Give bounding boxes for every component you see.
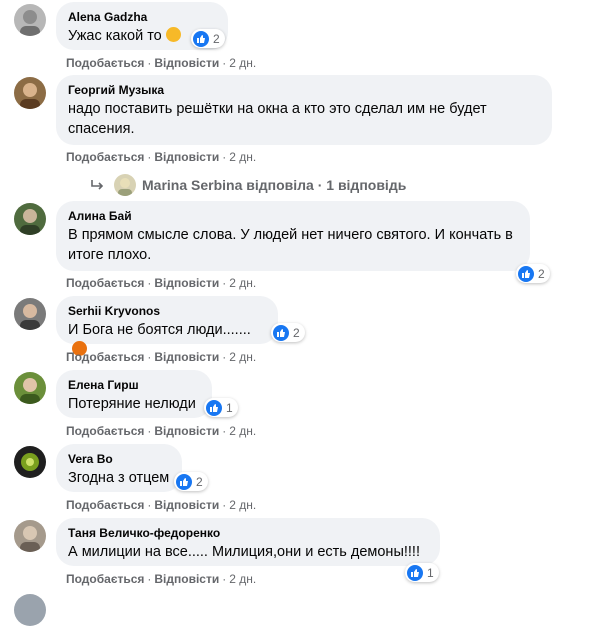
separator: · — [147, 350, 152, 364]
timestamp[interactable]: 2 дн. — [229, 150, 256, 164]
avatar[interactable] — [14, 298, 46, 330]
like-button[interactable]: Подобається — [66, 350, 144, 364]
comment-actions: Подобається · Відповісти · 2 дн. — [66, 424, 256, 438]
comment-text: Потеряние нелюди — [68, 396, 196, 412]
reaction-count-value: 1 — [427, 565, 434, 580]
reaction-count-value: 2 — [196, 474, 203, 489]
reply-button[interactable]: Відповісти — [154, 276, 219, 290]
avatar[interactable] — [14, 203, 46, 235]
reply-author-avatar — [114, 174, 136, 196]
like-button[interactable]: Подобається — [66, 56, 144, 70]
reaction-count-value: 2 — [538, 266, 545, 281]
comment-author[interactable]: Таня Величко-федоренко — [68, 526, 428, 541]
reaction-count[interactable]: 2 — [516, 264, 550, 283]
comment-bubble: Таня Величко-федоренко А милиции на все.… — [56, 518, 440, 566]
comment-actions: Подобається · Відповісти · 2 дн. — [66, 498, 256, 512]
timestamp[interactable]: 2 дн. — [229, 572, 256, 586]
like-button[interactable]: Подобається — [66, 572, 144, 586]
comment-actions: Подобається · Відповісти · 2 дн. — [66, 572, 256, 586]
reaction-count[interactable]: 2 — [271, 323, 305, 342]
separator: · — [147, 276, 152, 290]
comment-actions: Подобається · Відповісти · 2 дн. — [66, 56, 256, 70]
avatar[interactable] — [14, 4, 46, 36]
comment-bubble: Елена Гирш Потеряние нелюди — [56, 370, 212, 418]
comment-text-content: И Бога не боятся люди....... — [68, 322, 251, 338]
like-icon — [193, 30, 209, 47]
avatar[interactable] — [14, 520, 46, 552]
separator: · — [147, 150, 152, 164]
reaction-count[interactable]: 2 — [191, 29, 225, 48]
avatar[interactable] — [14, 372, 46, 404]
comment-author[interactable]: Елена Гирш — [68, 378, 200, 393]
like-icon — [176, 473, 192, 490]
timestamp[interactable]: 2 дн. — [229, 350, 256, 364]
reaction-count[interactable]: 1 — [405, 563, 439, 582]
like-button[interactable]: Подобається — [66, 424, 144, 438]
avatar[interactable] — [14, 446, 46, 478]
reply-button[interactable]: Відповісти — [154, 350, 219, 364]
like-icon — [407, 564, 423, 581]
like-button[interactable]: Подобається — [66, 276, 144, 290]
comment-bubble: Алина Бай В прямом смысле слова. У людей… — [56, 201, 530, 271]
separator: · — [222, 498, 227, 512]
reply-button[interactable]: Відповісти — [154, 572, 219, 586]
reply-button[interactable]: Відповісти — [154, 56, 219, 70]
timestamp[interactable]: 2 дн. — [229, 498, 256, 512]
comment-text: А милиции на все..... Милиция,они и есть… — [68, 544, 420, 560]
separator: · — [222, 424, 227, 438]
like-icon — [273, 324, 289, 341]
separator: · — [147, 424, 152, 438]
comment-actions: Подобається · Відповісти · 2 дн. — [66, 276, 256, 290]
separator: · — [222, 350, 227, 364]
timestamp[interactable]: 2 дн. — [229, 424, 256, 438]
timestamp[interactable]: 2 дн. — [229, 276, 256, 290]
view-replies-text: Marina Serbina відповіла · 1 відповідь — [142, 177, 407, 193]
comment-author[interactable]: Serhii Kryvonos — [68, 304, 266, 319]
like-button[interactable]: Подобається — [66, 498, 144, 512]
separator: · — [147, 56, 152, 70]
comment-bubble: Георгий Музыка надо поставить решётки на… — [56, 75, 552, 145]
comment-author[interactable]: Алина Бай — [68, 209, 518, 224]
reaction-count[interactable]: 2 — [174, 472, 208, 491]
reply-arrow-icon — [91, 180, 104, 190]
like-icon — [518, 265, 534, 282]
like-button[interactable]: Подобається — [66, 150, 144, 164]
comment-text: В прямом смысле слова. У людей нет ничег… — [68, 227, 513, 263]
separator: · — [222, 150, 227, 164]
separator: · — [147, 498, 152, 512]
avatar[interactable] — [14, 77, 46, 109]
comment-actions: Подобається · Відповісти · 2 дн. — [66, 350, 256, 364]
comment-text: Згодна з отцем — [68, 470, 170, 486]
separator: · — [147, 572, 152, 586]
reaction-count-value: 2 — [293, 325, 300, 340]
separator: · — [222, 276, 227, 290]
avatar[interactable] — [14, 594, 46, 626]
timestamp[interactable]: 2 дн. — [229, 56, 256, 70]
reaction-count-value: 1 — [226, 400, 233, 415]
comment-bubble: Serhii Kryvonos И Бога не боятся люди...… — [56, 296, 278, 356]
comment-text: надо поставить решётки на окна а кто это… — [68, 101, 487, 137]
reaction-count-value: 2 — [213, 31, 220, 46]
comment-text-content: Ужас какой то — [68, 28, 162, 44]
comment-author[interactable]: Vera Bo — [68, 452, 170, 467]
like-icon — [206, 399, 222, 416]
reply-button[interactable]: Відповісти — [154, 424, 219, 438]
sad-emoji-icon — [165, 27, 181, 42]
view-replies-link[interactable]: Marina Serbina відповіла · 1 відповідь — [90, 174, 406, 196]
comment-actions: Подобається · Відповісти · 2 дн. — [66, 150, 256, 164]
comment-author[interactable]: Георгий Музыка — [68, 83, 540, 98]
comment-author[interactable]: Alena Gadzha — [68, 10, 216, 25]
separator: · — [222, 56, 227, 70]
separator: · — [222, 572, 227, 586]
comment-bubble: Vera Bo Згодна з отцем — [56, 444, 182, 492]
reply-button[interactable]: Відповісти — [154, 150, 219, 164]
reaction-count[interactable]: 1 — [204, 398, 238, 417]
reply-button[interactable]: Відповісти — [154, 498, 219, 512]
